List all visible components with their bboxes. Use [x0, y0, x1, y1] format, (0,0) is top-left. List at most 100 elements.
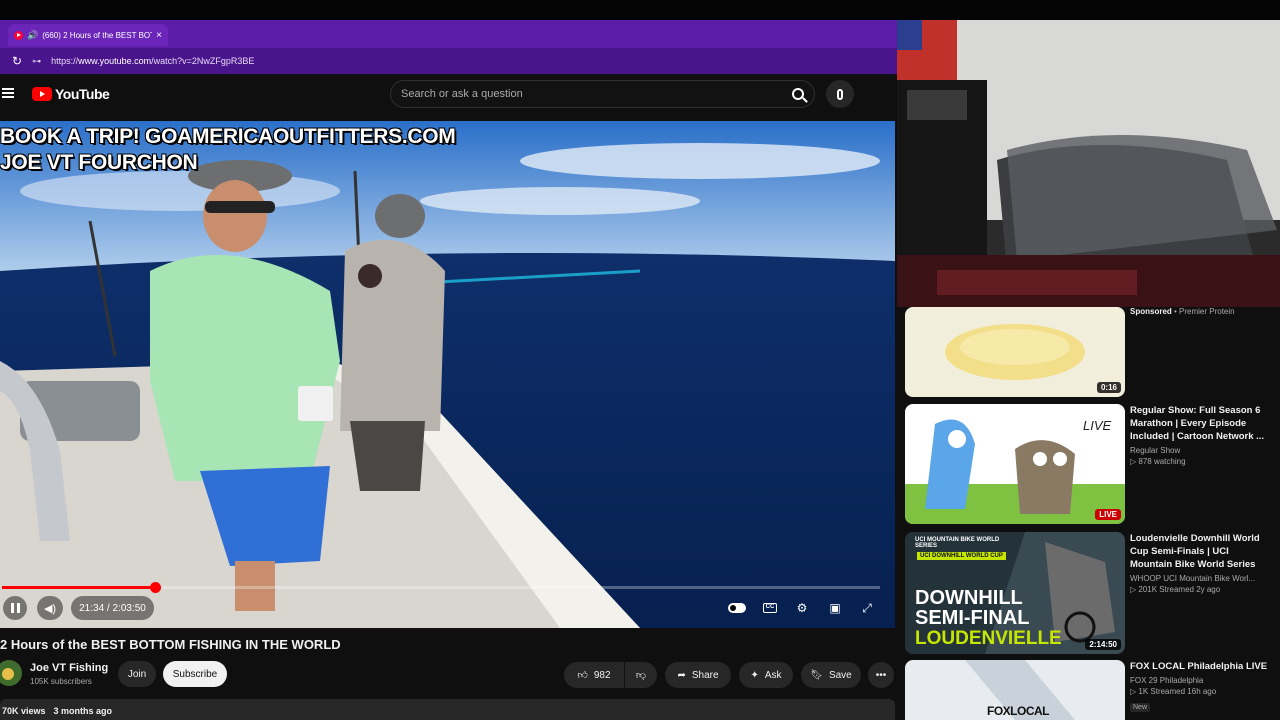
- video-info-downhill[interactable]: Loudenvielle Downhill World Cup Semi-Fin…: [1130, 532, 1270, 594]
- thumb-live-text: LIVE: [1083, 418, 1112, 433]
- youtube-favicon-icon: [14, 30, 23, 40]
- miniplayer-button[interactable]: ▣: [826, 600, 844, 616]
- channel-avatar[interactable]: [0, 660, 22, 686]
- video-thumbnail-downhill[interactable]: UCI MOUNTAIN BIKE WORLD SERIES UCI DOWNH…: [905, 532, 1125, 654]
- video-title: FOX LOCAL Philadelphia LIVE: [1130, 661, 1268, 672]
- reload-icon[interactable]: ↻: [12, 54, 22, 68]
- site-info-icon[interactable]: ⊶: [32, 56, 41, 67]
- recommendations-sidebar: 0:16 Sponsored • Premier Protein LIVE LI…: [897, 307, 1280, 720]
- ad-thumbnail-image: [905, 307, 1125, 397]
- video-frame: [0, 121, 895, 628]
- time-display: 21:34 / 2:03:50: [71, 596, 154, 620]
- scrubber-handle[interactable]: [149, 582, 161, 593]
- channel-name: FOX 29 Philadelphia: [1130, 676, 1204, 685]
- sponsored-label: Sponsored: [1130, 307, 1172, 316]
- fullscreen-icon: ⤢: [862, 600, 872, 615]
- video-info-regular-show[interactable]: Regular Show: Full Season 6 Marathon | E…: [1130, 404, 1270, 466]
- youtube-logo[interactable]: YouTube: [32, 86, 110, 102]
- video-title: 2 Hours of the BEST BOTTOM FISHING IN TH…: [0, 637, 341, 652]
- more-icon: •••: [875, 669, 887, 681]
- browser-tab[interactable]: 🔊 (660) 2 Hours of the BEST BOTT ×: [8, 24, 168, 46]
- pause-icon: [10, 603, 14, 613]
- volume-icon: ◀): [43, 602, 57, 615]
- dislike-button[interactable]: 👎︎: [625, 662, 657, 688]
- save-label: Save: [828, 669, 852, 681]
- join-button[interactable]: Join: [118, 661, 156, 687]
- subtitles-button[interactable]: CC: [761, 600, 779, 616]
- pause-button[interactable]: [3, 596, 27, 620]
- sponsored-advertiser: Premier Protein: [1179, 307, 1235, 316]
- video-stats: ▷ 1K Streamed 16h ago: [1130, 687, 1217, 696]
- channel-name: WHOOP UCI Mountain Bike Worl...: [1130, 574, 1256, 583]
- video-thumbnail-fox[interactable]: FOXLOCAL: [905, 660, 1125, 720]
- video-player[interactable]: BOOK A TRIP! GOAMERICAOUTFITTERS.COM JOE…: [0, 121, 895, 628]
- youtube-header: YouTube Search or ask a question: [0, 74, 897, 114]
- url-path: /watch?v=2NwZFgpR3BE: [151, 56, 255, 66]
- pause-icon-bar: [16, 603, 20, 613]
- fullscreen-button[interactable]: ⤢: [858, 600, 876, 616]
- search-input[interactable]: Search or ask a question: [390, 80, 815, 108]
- volume-button[interactable]: ◀): [37, 596, 63, 620]
- stats-text: 201K Streamed 2y ago: [1138, 585, 1221, 594]
- menu-icon[interactable]: [2, 88, 14, 98]
- sponsored-info[interactable]: Sponsored • Premier Protein: [1130, 307, 1270, 316]
- thumb-tag: UCI DOWNHILL WORLD CUP: [917, 552, 1006, 560]
- address-bar: ↻ ⊶ https://www.youtube.com/watch?v=2NwZ…: [0, 48, 897, 74]
- channel-name: Regular Show: [1130, 446, 1181, 455]
- gear-icon: ⚙: [796, 601, 808, 615]
- search-icon: [792, 88, 804, 100]
- tab-close-icon[interactable]: ×: [156, 30, 162, 41]
- video-stats: ▷ 878 watching: [1130, 457, 1186, 466]
- progress-bar[interactable]: [2, 582, 880, 593]
- logo-text: YouTube: [55, 86, 110, 102]
- top-strip: [0, 0, 1280, 20]
- tab-title: (660) 2 Hours of the BEST BOTT: [42, 30, 153, 40]
- video-thumbnail-regular-show[interactable]: LIVE LIVE: [905, 404, 1125, 524]
- webcam-image: [897, 20, 1280, 307]
- video-duration: 2:14:50: [1085, 639, 1121, 650]
- video-title: Loudenvielle Downhill World Cup Semi-Fin…: [1130, 533, 1260, 570]
- thumb-brand: UCI MOUNTAIN BIKE WORLD SERIES: [915, 537, 1000, 549]
- sponsored-separator: •: [1171, 307, 1180, 316]
- youtube-play-icon: [32, 87, 52, 101]
- description-box[interactable]: 70K views 3 months ago: [0, 699, 895, 720]
- view-count: 70K views: [2, 706, 46, 716]
- subscriber-count: 105K subscribers: [30, 677, 92, 686]
- url-prefix: https://: [51, 56, 79, 66]
- save-button[interactable]: 🔖︎ Save: [801, 662, 861, 688]
- more-actions-button[interactable]: •••: [868, 662, 894, 688]
- ask-button[interactable]: ✦ Ask: [739, 662, 793, 688]
- like-button[interactable]: 👍︎ 982: [564, 662, 624, 688]
- ask-label: Ask: [764, 669, 782, 681]
- share-label: Share: [691, 669, 719, 681]
- url-field[interactable]: https://www.youtube.com/watch?v=2NwZFgpR…: [51, 56, 254, 66]
- video-overlay-line1: BOOK A TRIP! GOAMERICAOUTFITTERS.COM: [0, 125, 456, 148]
- ad-thumbnail[interactable]: 0:16: [905, 307, 1125, 397]
- subscribe-button[interactable]: Subscribe: [163, 661, 227, 687]
- thumb-text: FOXLOCAL: [987, 704, 1050, 718]
- share-button[interactable]: ➦ Share: [665, 662, 731, 688]
- like-count: 982: [593, 669, 611, 681]
- thumb-line2: SEMI-FINAL: [915, 607, 1030, 629]
- video-info-fox[interactable]: FOX LOCAL Philadelphia LIVE FOX 29 Phila…: [1130, 660, 1270, 714]
- search-button[interactable]: [784, 82, 812, 106]
- video-overlay-line2: JOE VT FOURCHON: [0, 151, 198, 174]
- thumb-line3: LOUDENVIELLE: [915, 628, 1062, 649]
- cc-icon: CC: [763, 603, 777, 613]
- channel-name[interactable]: Joe VT Fishing: [30, 662, 108, 674]
- new-badge: New: [1130, 703, 1151, 712]
- stats-text: 1K Streamed 16h ago: [1138, 687, 1217, 696]
- video-stats: ▷ 201K Streamed 2y ago: [1130, 585, 1221, 594]
- voice-search-button[interactable]: [826, 80, 854, 108]
- microphone-icon: [837, 88, 843, 100]
- progress-fill: [2, 586, 155, 589]
- webcam-feed: [897, 20, 1280, 307]
- search-placeholder: Search or ask a question: [401, 88, 523, 100]
- settings-button[interactable]: ⚙: [793, 600, 811, 616]
- speaker-icon[interactable]: 🔊: [27, 30, 38, 41]
- autoplay-toggle[interactable]: [728, 600, 746, 616]
- bookmark-icon: 🔖︎: [810, 669, 823, 681]
- live-badge: LIVE: [1095, 509, 1121, 520]
- video-title: Regular Show: Full Season 6 Marathon | E…: [1130, 405, 1265, 442]
- autoplay-toggle-icon: [728, 603, 746, 613]
